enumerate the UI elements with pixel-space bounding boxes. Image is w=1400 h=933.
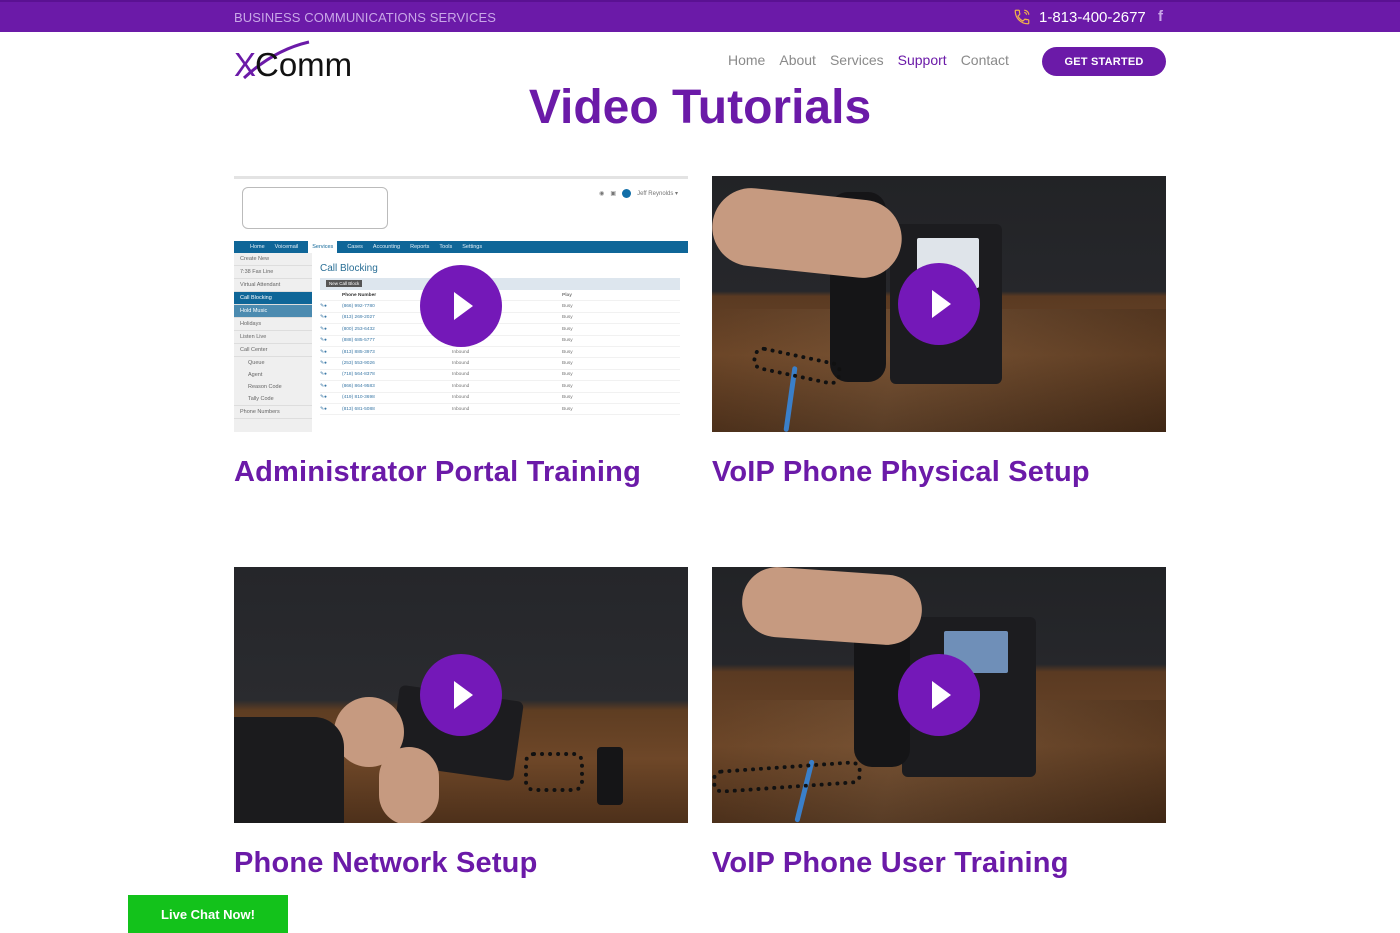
play-button[interactable] bbox=[898, 263, 980, 345]
portal-tab: Services bbox=[308, 241, 338, 253]
get-started-button[interactable]: GET STARTED bbox=[1042, 47, 1166, 76]
portal-side-item: Reason Code bbox=[248, 384, 282, 390]
portal-side-item: Holidays bbox=[234, 318, 312, 331]
portal-tab: Tools bbox=[439, 244, 453, 250]
portal-table-row: ✎● (253) 553-9026 Inbound Busy bbox=[320, 358, 680, 370]
video-title[interactable]: VoIP Phone Physical Setup bbox=[712, 456, 1166, 489]
phone-ringing-icon bbox=[1014, 9, 1030, 25]
portal-side-item: Create New bbox=[234, 253, 312, 266]
video-card: ◉ ▣ Jeff Reynolds ▾ Home Voicemail Service… bbox=[234, 176, 688, 489]
portal-side-item: Hold Music bbox=[234, 305, 312, 318]
play-button[interactable] bbox=[420, 654, 502, 736]
portal-tab: Accounting bbox=[372, 244, 401, 250]
main-nav: Home About Services Support Contact bbox=[728, 52, 1009, 68]
portal-tab: Home bbox=[250, 244, 265, 250]
portal-toolbar: New Call Block bbox=[320, 278, 680, 290]
portal-user-area: ◉ ▣ Jeff Reynolds ▾ bbox=[599, 189, 678, 198]
play-button[interactable] bbox=[898, 654, 980, 736]
portal-side-item: Tally Code bbox=[234, 393, 312, 406]
play-button[interactable] bbox=[420, 264, 502, 347]
portal-tab: Reports bbox=[410, 244, 430, 250]
portal-side-item: Queue bbox=[248, 360, 265, 366]
portal-table-row: ✎● (800) 253-6432 Busy bbox=[320, 324, 680, 336]
nav-contact[interactable]: Contact bbox=[961, 52, 1009, 68]
portal-tab: Settings bbox=[462, 244, 483, 250]
portal-side-item: Call Center bbox=[234, 344, 312, 357]
portal-table-row: ✎● (718) 564-8378 Inbound Busy bbox=[320, 370, 680, 382]
portal-logo-placeholder bbox=[242, 187, 388, 229]
nav-support[interactable]: Support bbox=[898, 52, 947, 68]
phone-link[interactable]: 1-813-400-2677 bbox=[1013, 8, 1146, 26]
top-bar: BUSINESS COMMUNICATIONS SERVICES 1-813-4… bbox=[0, 0, 1400, 32]
portal-tabs: Home Voicemail Services Cases Accounting… bbox=[234, 241, 688, 253]
portal-tab: Cases bbox=[347, 244, 363, 250]
video-card: Phone Network Setup bbox=[234, 567, 688, 880]
video-title[interactable]: Administrator Portal Training bbox=[234, 456, 688, 489]
video-card: VoIP Phone User Training bbox=[712, 567, 1166, 880]
portal-sidebar: Create New 7:38 Fax Line Virtual Attenda… bbox=[234, 253, 312, 432]
phone-number: 1-813-400-2677 bbox=[1039, 8, 1146, 26]
portal-side-item: Agent bbox=[248, 372, 263, 378]
portal-side-item: Virtual Attendant bbox=[234, 279, 312, 292]
portal-table-row: ✎● (866) 864-9583 Inbound Busy bbox=[320, 381, 680, 393]
portal-side-item: Listen Live bbox=[234, 331, 312, 344]
video-thumbnail-network-setup[interactable] bbox=[234, 567, 688, 823]
portal-table-row: ✎● (813) 885-3973 Inbound Busy bbox=[320, 347, 680, 359]
logo-mark: X Comm bbox=[234, 40, 352, 83]
video-thumbnail-physical-setup[interactable] bbox=[712, 176, 1166, 432]
xcomm-logo[interactable]: X Comm bbox=[234, 40, 374, 83]
portal-side-item: 7:38 Fax Line bbox=[234, 266, 312, 279]
nav-services[interactable]: Services bbox=[830, 52, 884, 68]
video-thumbnail-admin-portal[interactable]: ◉ ▣ Jeff Reynolds ▾ Home Voicemail Service… bbox=[234, 176, 688, 432]
hand-image bbox=[739, 567, 925, 648]
portal-side-item: Phone Numbers bbox=[234, 406, 312, 419]
svg-text:X: X bbox=[234, 46, 256, 82]
portal-main: Call Blocking New Call Block Phone Numbe… bbox=[320, 263, 680, 416]
facebook-icon[interactable]: f bbox=[1158, 8, 1163, 25]
nav-home[interactable]: Home bbox=[728, 52, 765, 68]
video-card: VoIP Phone Physical Setup bbox=[712, 176, 1166, 489]
tagline: BUSINESS COMMUNICATIONS SERVICES bbox=[234, 10, 497, 25]
portal-heading: Call Blocking bbox=[320, 263, 378, 274]
portal-table-row: ✎● (419) 810-3698 Inbound Busy bbox=[320, 393, 680, 404]
portal-side-item: Call Blocking bbox=[234, 292, 312, 305]
portal-table-row: ✎●(888) 685-5777InboundBusy bbox=[320, 336, 680, 347]
portal-new-button: New Call Block bbox=[326, 280, 363, 287]
portal-table-row: ✎● (813) 681-5088 Inbound Busy bbox=[320, 404, 680, 416]
video-title[interactable]: Phone Network Setup bbox=[234, 847, 688, 880]
portal-tab: Voicemail bbox=[274, 244, 299, 250]
live-chat-button[interactable]: Live Chat Now! bbox=[128, 895, 288, 933]
page-title: Video Tutorials bbox=[528, 81, 872, 134]
svg-text:Comm: Comm bbox=[255, 46, 352, 82]
video-thumbnail-user-training[interactable] bbox=[712, 567, 1166, 823]
video-title[interactable]: VoIP Phone User Training bbox=[712, 847, 1166, 880]
nav-about[interactable]: About bbox=[779, 52, 816, 68]
